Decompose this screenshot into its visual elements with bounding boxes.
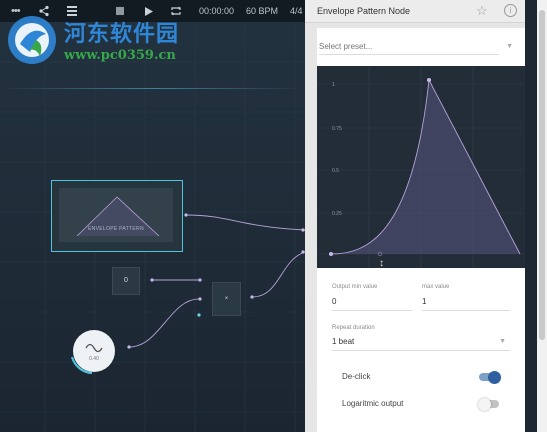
output-min-label: Output min value: [332, 284, 378, 290]
port-dot: [150, 278, 154, 282]
repeat-duration-label: Repeat duration: [332, 325, 375, 331]
canvas-rail-line: [0, 88, 305, 89]
toggle-knob: [478, 397, 491, 411]
oscillator-node[interactable]: 0.40: [73, 330, 115, 372]
toggle-knob: [488, 370, 501, 384]
output-min-input[interactable]: 0: [332, 297, 336, 306]
star-icon[interactable]: ☆: [476, 3, 488, 19]
graph-y-label: 0.75: [332, 126, 342, 132]
output-max-label: max value: [422, 284, 450, 290]
resize-cursor-icon: ↕: [379, 258, 384, 269]
multiply-node[interactable]: ×: [212, 282, 241, 316]
tempo-display[interactable]: 60 BPM: [246, 0, 278, 22]
port-dot: [184, 213, 188, 217]
envelope-pattern-node[interactable]: ENVELOPE PATTERN: [51, 180, 183, 252]
graph-y-label: 1: [332, 82, 335, 88]
constant-node-value: 0: [124, 277, 128, 284]
panel-scrollbar[interactable]: [537, 0, 547, 432]
time-signature[interactable]: 4/4: [290, 0, 303, 22]
envelope-point-handle: [427, 78, 431, 82]
envelope-editor-graph[interactable]: 1 0.75 0.5 0.25: [317, 66, 525, 268]
node-canvas[interactable]: ••• 00:00:00 60 BPM 4/4 河东软件园 www.pc0359…: [0, 0, 305, 432]
watermark-site-name: 河东软件园: [64, 21, 180, 47]
multiply-node-symbol: ×: [224, 296, 229, 302]
panel-title: Envelope Pattern Node: [317, 6, 411, 16]
watermark-url: www.pc0359.cn: [64, 48, 176, 63]
port-dot: [198, 297, 202, 301]
preset-select[interactable]: Select preset... ▼: [319, 40, 513, 55]
graph-y-label: 0.25: [332, 211, 342, 217]
logarithmic-output-toggle[interactable]: [478, 397, 499, 411]
constant-node[interactable]: 0: [112, 267, 140, 295]
chevron-down-icon: ▼: [499, 338, 506, 345]
scrollbar-thumb[interactable]: [539, 10, 545, 340]
port-dot: [197, 313, 201, 317]
output-max-input[interactable]: 1: [422, 297, 426, 306]
declick-toggle[interactable]: [479, 370, 501, 384]
panel-header: Envelope Pattern Node ☆ i: [305, 0, 525, 23]
time-display: 00:00:00: [199, 6, 235, 16]
logarithmic-output-label: Logaritmic output: [342, 399, 404, 408]
graph-y-label: 0.5: [332, 168, 339, 174]
port-dot: [198, 278, 202, 282]
properties-panel: Envelope Pattern Node ☆ i Select preset.…: [305, 0, 525, 432]
info-icon[interactable]: i: [504, 4, 517, 17]
output-min-underline: [332, 310, 412, 311]
envelope-node-preview: ENVELOPE PATTERN: [59, 188, 173, 242]
output-max-underline: [422, 310, 510, 311]
envelope-node-label: ENVELOPE PATTERN: [88, 226, 144, 232]
watermark-logo-icon: [8, 16, 56, 64]
envelope-point-handle: [329, 252, 333, 256]
port-dot: [250, 295, 254, 299]
envelope-preview-shape: [76, 196, 160, 237]
chevron-down-icon: ▼: [506, 43, 513, 50]
preset-placeholder: Select preset...: [319, 42, 373, 51]
declick-label: De-click: [342, 372, 371, 381]
repeat-duration-value: 1 beat: [332, 337, 355, 346]
port-dot: [127, 345, 131, 349]
oscillator-value: 0.40: [89, 356, 99, 362]
repeat-duration-select[interactable]: 1 beat ▼: [332, 336, 510, 351]
